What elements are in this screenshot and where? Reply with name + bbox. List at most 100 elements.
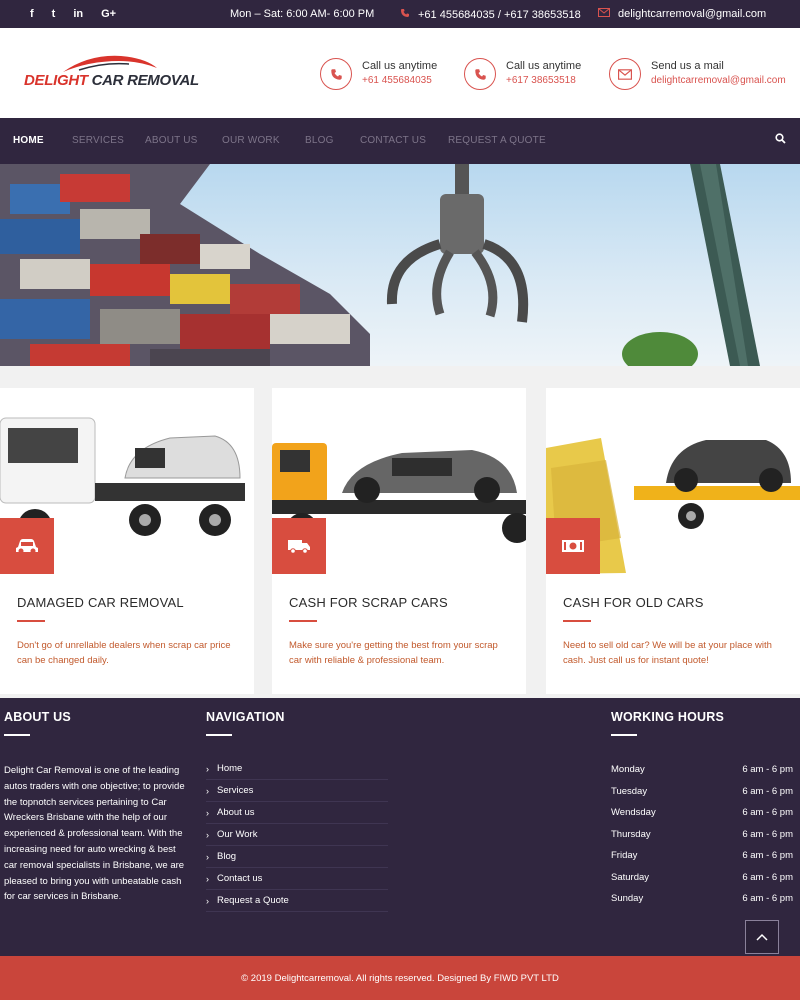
- heading-underline: [4, 734, 30, 736]
- truck-icon: [272, 518, 326, 574]
- topbar-email[interactable]: delightcarremoval@gmail.com: [598, 8, 766, 20]
- contact-call-1[interactable]: Call us anytime +61 455684035: [320, 58, 437, 90]
- day: Monday: [611, 764, 645, 776]
- service-title: CASH FOR SCRAP CARS: [289, 595, 448, 610]
- footer-heading-about: ABOUT US: [4, 710, 71, 724]
- service-description: Make sure you're getting the best from y…: [289, 640, 498, 666]
- logo-text-part1: DELIGHT: [24, 72, 92, 89]
- twitter-icon[interactable]: t: [52, 8, 56, 20]
- google-plus-icon[interactable]: G+: [101, 8, 116, 20]
- footer-nav-label: Blog: [217, 851, 237, 862]
- nav-item-blog[interactable]: BLOG: [305, 135, 334, 146]
- money-icon: [546, 518, 600, 574]
- day: Sunday: [611, 893, 644, 905]
- footer-nav-link[interactable]: › Home: [206, 758, 388, 780]
- logo-swoosh: [63, 55, 157, 72]
- footer-nav-link[interactable]: › Request a Quote: [206, 890, 388, 912]
- footer-nav-link[interactable]: › Services: [206, 780, 388, 802]
- chevron-up-icon: [756, 933, 768, 941]
- title-underline: [17, 620, 45, 622]
- time: 6 am - 6 pm: [742, 785, 793, 797]
- time: 6 am - 6 pm: [742, 828, 793, 840]
- day: Wendsday: [611, 807, 656, 819]
- title-underline: [563, 620, 591, 622]
- service-card[interactable]: CASH FOR SCRAP CARS Make sure you're get…: [272, 388, 526, 694]
- contact-label: Send us a mail: [651, 60, 724, 72]
- footer-nav-link[interactable]: › Our Work: [206, 824, 388, 846]
- envelope-icon: [598, 8, 610, 20]
- footer-nav-label: Home: [217, 763, 243, 774]
- contact-label: Call us anytime: [362, 60, 438, 72]
- hero-banner: [0, 164, 800, 366]
- nav-item-contact-us[interactable]: CONTACT US: [360, 135, 426, 146]
- day: Thursday: [611, 828, 651, 840]
- chevron-right-icon: ›: [206, 785, 209, 796]
- facebook-icon[interactable]: f: [30, 8, 34, 20]
- logo-text-part2: CAR REMOVAL: [91, 72, 200, 89]
- service-description: Don't go of unrellable dealers when scra…: [17, 640, 231, 666]
- footer-nav-link[interactable]: › Contact us: [206, 868, 388, 890]
- time: 6 am - 6 pm: [742, 871, 793, 883]
- day: Saturday: [611, 871, 650, 883]
- chevron-right-icon: ›: [206, 851, 209, 862]
- hours-row: Tuesday 6 am - 6 pm: [611, 781, 793, 803]
- main-nav: HOME SERVICES ABOUT US OUR WORK BLOG CON…: [0, 118, 800, 164]
- contact-value: delightcarremoval@gmail.com: [651, 75, 786, 86]
- site-logo[interactable]: DELIGHT CAR REMOVAL: [24, 50, 199, 100]
- search-icon[interactable]: [775, 132, 786, 147]
- copyright-bar: © 2019 Delightcarremoval. All rights res…: [0, 956, 800, 1000]
- topbar-phone-text: +61 455684035 / +617 38653518: [418, 8, 581, 21]
- hero-scrapyard-image: [0, 164, 760, 366]
- nav-item-home[interactable]: HOME: [13, 135, 44, 146]
- top-bar: f t in G+ Mon – Sat: 6:00 AM- 6:00 PM +6…: [0, 0, 800, 28]
- footer-nav-label: Our Work: [217, 829, 258, 840]
- service-card[interactable]: DAMAGED CAR REMOVAL Don't go of unrellab…: [0, 388, 254, 694]
- hours-row: Sunday 6 am - 6 pm: [611, 888, 793, 910]
- service-title: CASH FOR OLD CARS: [563, 595, 704, 610]
- back-to-top-button[interactable]: [745, 920, 779, 954]
- nav-item-request-quote[interactable]: REQUEST A QUOTE: [448, 135, 546, 146]
- footer-nav-label: Contact us: [217, 873, 263, 884]
- footer-nav-link[interactable]: › Blog: [206, 846, 388, 868]
- nav-item-about-us[interactable]: ABOUT US: [145, 135, 198, 146]
- time: 6 am - 6 pm: [742, 807, 793, 819]
- car-icon: [0, 518, 54, 574]
- linkedin-icon[interactable]: in: [73, 8, 83, 20]
- chevron-right-icon: ›: [206, 807, 209, 818]
- time: 6 am - 6 pm: [742, 850, 793, 862]
- topbar-email-text: delightcarremoval@gmail.com: [618, 8, 767, 20]
- contact-mail[interactable]: Send us a mail delightcarremoval@gmail.c…: [609, 58, 786, 90]
- contact-value: +617 38653518: [506, 75, 576, 86]
- nav-item-our-work[interactable]: OUR WORK: [222, 135, 280, 146]
- social-links: f t in G+: [30, 0, 116, 28]
- footer-nav-link[interactable]: › About us: [206, 802, 388, 824]
- hours-row: Thursday 6 am - 6 pm: [611, 824, 793, 846]
- footer-heading-navigation: NAVIGATION: [206, 710, 285, 724]
- footer-heading-hours: WORKING HOURS: [611, 710, 725, 724]
- opening-hours: Mon – Sat: 6:00 AM- 6:00 PM: [230, 8, 375, 20]
- footer-nav-list: › Home › Services › About us › Our Work › Blo…: [206, 758, 388, 912]
- service-card[interactable]: CASH FOR OLD CARS Need to sell old car? …: [546, 388, 800, 694]
- chevron-right-icon: ›: [206, 763, 209, 774]
- phone-icon: [400, 8, 410, 21]
- about-text: Delight Car Removal is one of the leadin…: [4, 765, 185, 903]
- time: 6 am - 6 pm: [742, 893, 793, 905]
- day: Friday: [611, 850, 638, 862]
- phone-icon: [464, 58, 496, 90]
- service-title: DAMAGED CAR REMOVAL: [17, 595, 184, 610]
- site-footer: ABOUT US Delight Car Removal is one of t…: [0, 698, 800, 956]
- hours-row: Monday 6 am - 6 pm: [611, 759, 793, 781]
- working-hours-list: Monday 6 am - 6 pm Tuesday 6 am - 6 pm Wen…: [611, 759, 793, 910]
- chevron-right-icon: ›: [206, 895, 209, 906]
- topbar-phone[interactable]: +61 455684035 / +617 38653518: [400, 8, 581, 21]
- day: Tuesday: [611, 785, 648, 797]
- hours-row: Saturday 6 am - 6 pm: [611, 867, 793, 889]
- site-header: DELIGHT CAR REMOVAL Call us anytime +61 …: [0, 28, 800, 118]
- phone-icon: [320, 58, 352, 90]
- title-underline: [289, 620, 317, 622]
- nav-item-services[interactable]: SERVICES: [72, 135, 124, 146]
- footer-nav-label: Request a Quote: [217, 895, 289, 906]
- footer-nav-label: About us: [217, 807, 255, 818]
- contact-call-2[interactable]: Call us anytime +617 38653518: [464, 58, 581, 90]
- contact-value: +61 455684035: [362, 75, 432, 86]
